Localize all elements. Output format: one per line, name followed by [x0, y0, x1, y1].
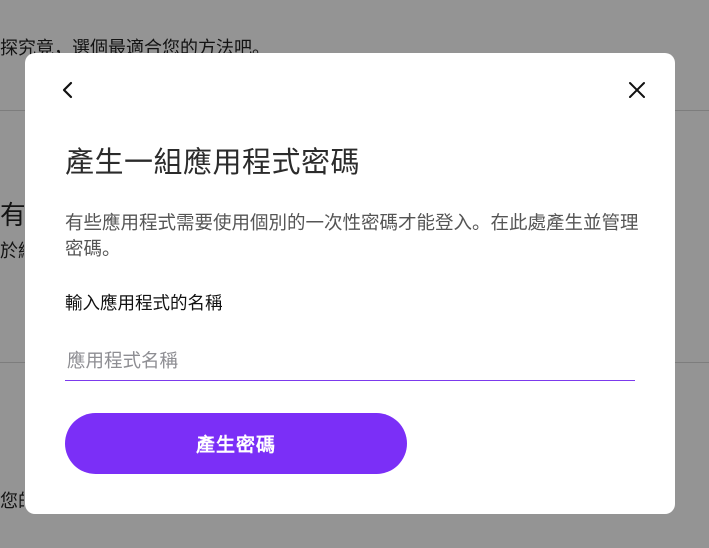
- close-button[interactable]: [623, 76, 651, 104]
- dialog-title: 產生一組應用程式密碼: [65, 145, 361, 179]
- generate-password-button[interactable]: 產生密碼: [65, 413, 407, 474]
- close-icon: [629, 82, 645, 98]
- app-password-dialog: 產生一組應用程式密碼 有些應用程式需要使用個別的一次性密碼才能登入。在此處產生並…: [25, 53, 675, 514]
- dialog-description: 有些應用程式需要使用個別的一次性密碼才能登入。在此處產生並管理密碼。: [65, 213, 639, 260]
- app-name-label: 輸入應用程式的名稱: [65, 294, 223, 314]
- chevron-left-icon: [62, 81, 73, 99]
- back-button[interactable]: [54, 76, 82, 104]
- app-name-input[interactable]: [65, 343, 635, 381]
